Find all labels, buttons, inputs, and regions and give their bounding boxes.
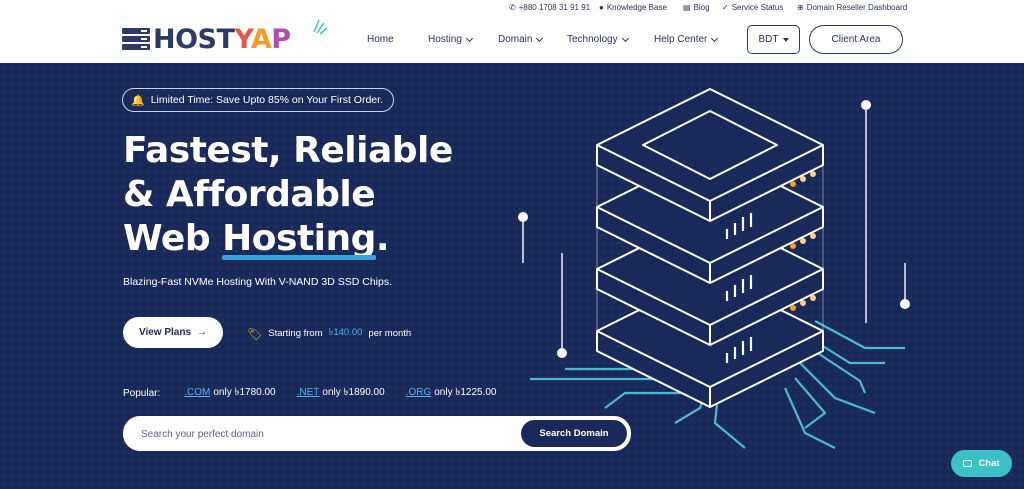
client-area-button[interactable]: Client Area	[809, 25, 903, 54]
nav-hosting-label: Hosting	[428, 34, 462, 45]
starting-price-value: ৳140.00	[328, 327, 363, 338]
main-nav: HOSTYAP Home Hosting Domain Technology H…	[0, 16, 1024, 63]
view-plans-button[interactable]: View Plans →	[123, 317, 223, 348]
logo-wordmark: HOSTYAP	[153, 23, 291, 55]
highlighted-word: Hosting	[222, 218, 376, 260]
check-icon: ✓	[722, 3, 729, 12]
chevron-down-icon	[465, 34, 473, 42]
site-logo[interactable]: HOSTYAP	[122, 19, 328, 59]
tld-net-link[interactable]: .NET	[297, 387, 320, 398]
client-area-label: Client Area	[831, 34, 881, 45]
reseller-dashboard-link[interactable]: ⊕ Domain Reseller Dashboard	[797, 3, 907, 12]
hero-headline: Fastest, Reliable & Affordable Web Hosti…	[123, 129, 453, 261]
promo-text: Limited Time: Save Upto 85% on Your Firs…	[150, 94, 383, 106]
nav-home-label: Home	[367, 34, 394, 45]
tld-net: .NET only ৳1890.00	[297, 385, 385, 402]
arrow-right-icon: →	[197, 327, 208, 338]
caret-down-icon	[782, 37, 789, 42]
chevron-down-icon	[711, 34, 719, 42]
per-month-label: per month	[368, 328, 412, 339]
logo-rays-icon	[313, 19, 328, 35]
nav-help-center-label: Help Center	[654, 34, 708, 45]
blog-icon: ▤	[683, 3, 691, 12]
nav-home[interactable]: Home	[367, 34, 394, 45]
knowledge-base-link[interactable]: ● Knowledge Base	[599, 3, 667, 12]
nav-domain[interactable]: Domain	[498, 34, 544, 45]
promo-badge: 🔔 Limited Time: Save Upto 85% on Your Fi…	[122, 88, 394, 112]
popular-tlds: Popular: .COM only ৳1780.00 .NET only ৳189…	[123, 385, 518, 402]
nav-technology-label: Technology	[567, 34, 618, 45]
service-status-link[interactable]: ✓ Service Status	[722, 3, 783, 12]
headline-line-3: Web Hosting.	[123, 218, 390, 260]
popular-label: Popular:	[123, 388, 161, 399]
blog-link[interactable]: ▤ Blog	[683, 3, 710, 12]
hero-section: 🔔 Limited Time: Save Upto 85% on Your Fi…	[0, 63, 1024, 489]
phone-number: +880 1708 31 91 91	[518, 3, 591, 12]
tld-net-price: only ৳1890.00	[322, 387, 385, 398]
currency-selector[interactable]: BDT	[747, 25, 800, 54]
tld-com-link[interactable]: .COM	[184, 387, 210, 398]
headline-line-1: Fastest, Reliable	[123, 130, 453, 171]
starting-price: 🏷 Starting from ৳140.00 per month	[247, 326, 411, 341]
chevron-down-icon	[536, 34, 544, 42]
reseller-dashboard-label: Domain Reseller Dashboard	[806, 3, 908, 12]
hero-subheadline: Blazing-Fast NVMe Hosting With V-NAND 3D…	[123, 276, 392, 288]
nav-help-center[interactable]: Help Center	[654, 34, 719, 45]
tld-com: .COM only ৳1780.00	[184, 385, 275, 402]
starting-from-label: Starting from	[268, 328, 323, 339]
view-plans-label: View Plans	[138, 327, 192, 338]
bell-icon: 🔔	[131, 94, 145, 107]
currency-value: BDT	[758, 34, 779, 45]
knowledge-base-label: Knowledge Base	[606, 3, 667, 12]
phone-icon: ✆	[509, 3, 516, 12]
nav-technology[interactable]: Technology	[567, 34, 629, 45]
phone-link[interactable]: ✆ +880 1708 31 91 91	[509, 3, 590, 12]
top-utility-bar: ✆ +880 1708 31 91 91 ● Knowledge Base ▤ …	[0, 0, 1024, 16]
chevron-down-icon	[621, 34, 629, 42]
service-status-label: Service Status	[731, 3, 784, 12]
chat-bubble-icon	[963, 460, 973, 467]
globe-icon: ⊕	[797, 3, 804, 12]
blog-label: Blog	[693, 3, 710, 12]
tld-com-price: only ৳1780.00	[213, 387, 276, 398]
chat-button[interactable]: Chat	[951, 450, 1012, 477]
nav-domain-label: Domain	[498, 34, 533, 45]
tld-org-price: only ৳1225.00	[434, 387, 497, 398]
server-stack-logo-icon	[122, 28, 150, 50]
server-stack-illustration	[518, 88, 910, 449]
info-icon: ●	[599, 3, 604, 12]
headline-line-2: & Affordable	[123, 174, 376, 215]
nav-hosting[interactable]: Hosting	[428, 34, 473, 45]
price-tag-icon: 🏷	[247, 326, 263, 341]
tld-org-link[interactable]: .ORG	[406, 387, 432, 398]
chat-label: Chat	[978, 458, 1000, 469]
tld-org: .ORG only ৳1225.00	[406, 385, 497, 402]
domain-search-input[interactable]	[141, 426, 501, 442]
